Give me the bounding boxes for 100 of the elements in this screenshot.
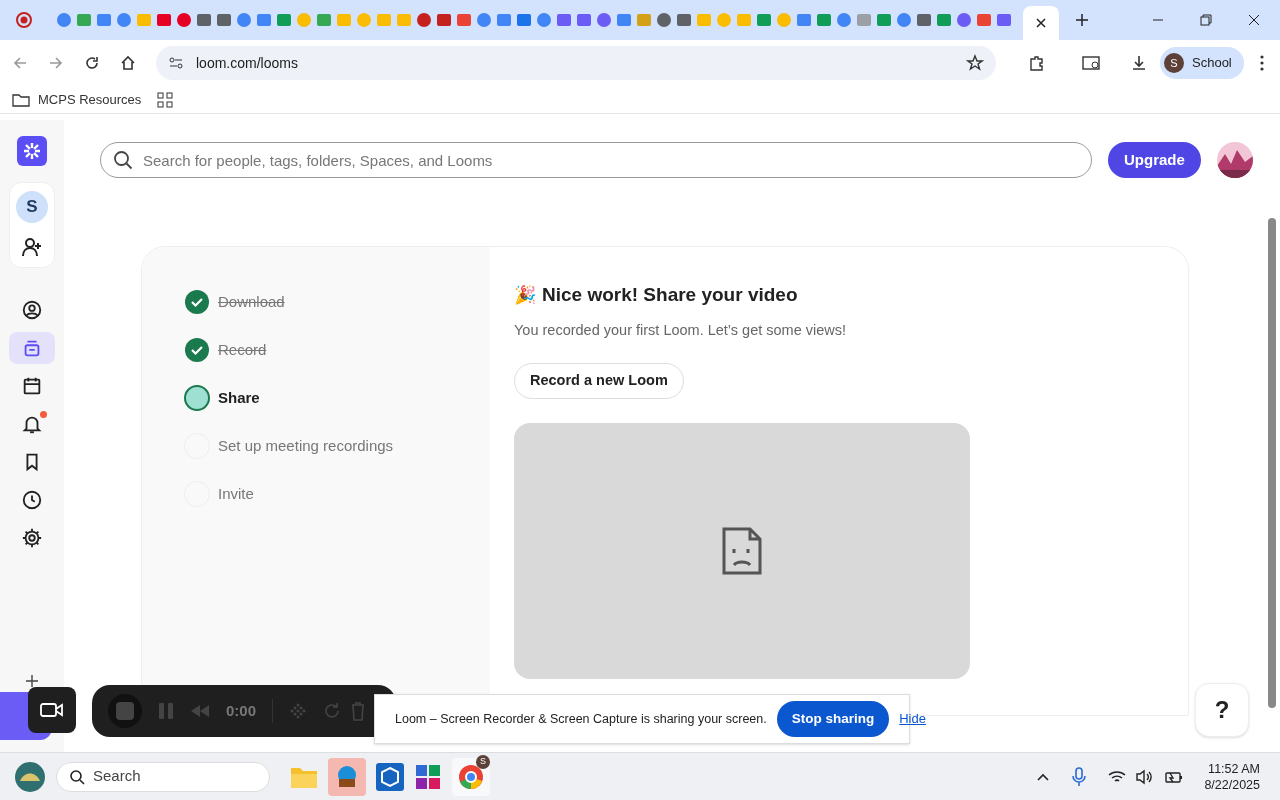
restore-icon[interactable]	[1200, 14, 1212, 26]
profile-avatar[interactable]	[1216, 142, 1253, 178]
tab-favicon-icon[interactable]	[796, 12, 812, 28]
checklist-step[interactable]: Download	[184, 289, 490, 315]
tab-favicon-icon[interactable]	[436, 12, 452, 28]
tab-favicon-icon[interactable]	[96, 12, 112, 28]
broken-file-icon	[722, 527, 762, 576]
restart-icon[interactable]	[323, 702, 342, 720]
tab-favicon-icon[interactable]	[116, 12, 132, 28]
tab-favicon-icon[interactable]	[456, 12, 472, 28]
back-icon[interactable]	[12, 55, 28, 71]
logo-icon[interactable]	[17, 136, 47, 166]
address-bar[interactable]: loom.com/looms	[156, 46, 996, 80]
stop-button[interactable]	[108, 694, 142, 728]
home-icon[interactable]	[120, 55, 136, 71]
microphone-icon[interactable]	[1072, 766, 1087, 787]
tab-favicon-icon[interactable]	[596, 12, 612, 28]
tab-favicon-icon[interactable]	[76, 12, 92, 28]
tab-favicon-icon[interactable]	[416, 12, 432, 28]
add-icon[interactable]	[25, 674, 39, 688]
tab-favicon-icon[interactable]	[56, 12, 72, 28]
close-icon[interactable]	[1248, 14, 1260, 26]
clock-date[interactable]: 8/22/2025	[1204, 776, 1260, 793]
close-icon[interactable]	[1036, 18, 1046, 28]
wifi-icon[interactable]	[1108, 768, 1127, 785]
chevron-up-icon[interactable]	[1036, 771, 1051, 782]
bookmark-item[interactable]: MCPS Resources	[12, 89, 142, 110]
menu-icon[interactable]	[1259, 55, 1264, 71]
tab-favicon-icon[interactable]	[536, 12, 552, 28]
search-icon	[69, 768, 85, 785]
search-tabs-icon[interactable]	[1082, 54, 1102, 72]
forward-icon[interactable]	[48, 55, 64, 71]
tab-favicon-icon[interactable]	[816, 12, 832, 28]
volume-icon[interactable]	[1136, 768, 1155, 785]
record-new-button[interactable]: Record a new Loom	[514, 363, 684, 400]
tab-favicon-icon[interactable]	[936, 12, 952, 28]
camera-toggle[interactable]	[28, 687, 76, 733]
video-camera-icon	[40, 701, 64, 719]
tab-favicon-icon[interactable]	[256, 12, 272, 28]
tiles-app-icon[interactable]	[414, 762, 442, 791]
tab-favicon-icon[interactable]	[756, 12, 772, 28]
checklist-step[interactable]: Invite	[184, 481, 490, 507]
tab-favicon-icon[interactable]	[956, 12, 972, 28]
stop-sharing-button[interactable]: Stop sharing	[776, 701, 890, 737]
start-icon[interactable]	[14, 760, 46, 793]
tab-favicon-icon[interactable]	[216, 12, 232, 28]
help-button[interactable]: ?	[1195, 683, 1249, 737]
record-icon	[16, 12, 32, 28]
tab-favicon-icon[interactable]	[976, 12, 992, 28]
tab-favicon-icon[interactable]	[836, 12, 852, 28]
tab-favicon-icon[interactable]	[916, 12, 932, 28]
sharing-message: Loom – Screen Recorder & Screen Capture is sharing your screen.	[395, 710, 767, 728]
scrollbar[interactable]	[1268, 218, 1276, 708]
hide-link[interactable]: Hide	[899, 709, 926, 729]
tab-favicon-icon[interactable]	[276, 12, 292, 28]
checklist-step[interactable]: Set up meeting recordings	[184, 433, 490, 459]
profile-avatar: S	[1164, 53, 1184, 73]
tab-favicon-icon[interactable]	[576, 12, 592, 28]
cube-app-icon[interactable]	[376, 762, 404, 791]
tab-favicon-icon[interactable]	[196, 12, 212, 28]
apps-icon[interactable]	[157, 91, 174, 108]
tab-favicon-icon[interactable]	[316, 12, 332, 28]
tab-favicon-icon[interactable]	[876, 12, 892, 28]
tab-favicon-icon[interactable]	[156, 12, 172, 28]
taskbar-search[interactable]: Search	[56, 761, 270, 792]
add-person-icon[interactable]	[20, 235, 44, 259]
star-icon[interactable]	[966, 54, 984, 72]
clock-time[interactable]: 11:52 AM	[1208, 760, 1260, 777]
tab-favicon-icon[interactable]	[856, 12, 872, 28]
checklist-step[interactable]: Record	[184, 337, 490, 363]
workspace-avatar[interactable]: S	[16, 191, 48, 223]
folder-icon	[12, 91, 30, 108]
reload-icon[interactable]	[84, 55, 100, 71]
taskbar-app[interactable]	[328, 757, 366, 796]
tab-favicon-icon[interactable]	[516, 12, 532, 28]
tab-favicon-icon[interactable]	[996, 12, 1012, 28]
taskbar-app[interactable]: S	[452, 757, 490, 796]
new-tab-icon[interactable]	[1075, 13, 1089, 27]
search-field[interactable]: Search for people, tags, folders, Spaces, and Looms	[100, 142, 1092, 178]
panel-title: Nice work! Share your video	[542, 283, 798, 307]
tab-favicon-icon[interactable]	[496, 12, 512, 28]
panel-subtitle: You recorded your first Loom. Let’s get some views!	[514, 320, 848, 340]
search-icon	[113, 150, 133, 170]
gear-icon	[21, 527, 43, 549]
browser-icon	[458, 763, 484, 790]
tab-favicon-icon[interactable]	[476, 12, 492, 28]
tab-favicon-icon[interactable]	[236, 12, 252, 28]
tab-favicon-icon[interactable]	[176, 12, 192, 28]
download-icon[interactable]	[1130, 54, 1148, 72]
tab-favicon-icon[interactable]	[896, 12, 912, 28]
upgrade-button[interactable]: Upgrade	[1108, 142, 1201, 178]
clock-icon	[21, 489, 43, 511]
party-icon: 🎉	[514, 281, 536, 309]
tab-favicon-icon[interactable]	[656, 12, 672, 28]
tab-favicon-icon[interactable]	[676, 12, 692, 28]
profile-button[interactable]: S School	[1160, 47, 1244, 79]
tab-favicon-icon[interactable]	[616, 12, 632, 28]
site-settings-icon[interactable]	[168, 55, 184, 71]
extensions-icon[interactable]	[1028, 54, 1046, 72]
tab-favicon-icon[interactable]	[556, 12, 572, 28]
